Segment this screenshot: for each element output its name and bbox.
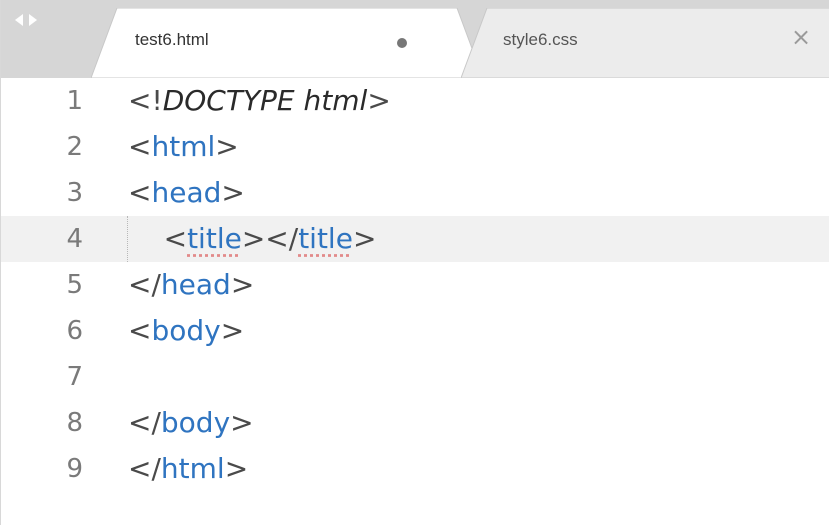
line-number: 6: [1, 316, 83, 346]
arrow-left-icon[interactable]: [15, 14, 23, 26]
code-line: 3 <head>: [1, 170, 829, 216]
line-number: 7: [1, 362, 83, 392]
code-line-current: 4 <title></title>: [1, 216, 829, 262]
code-text: <html>: [128, 131, 239, 163]
code-line: 8 </body>: [1, 400, 829, 446]
code-line: 6 <body>: [1, 308, 829, 354]
line-number: 9: [1, 454, 83, 484]
code-line: 1 <!DOCTYPE html>: [1, 78, 829, 124]
code-line: 7: [1, 354, 829, 400]
arrow-right-icon[interactable]: [29, 14, 37, 26]
tab-style6-css[interactable]: style6.css ×: [461, 8, 829, 78]
line-number: 1: [1, 86, 83, 116]
code-line: 9 </html>: [1, 446, 829, 492]
line-number: 4: [1, 224, 83, 254]
editor-window: test6.html style6.css × 1 <!DOCTYPE html…: [0, 0, 829, 525]
line-number: 5: [1, 270, 83, 300]
code-line: 5 </head>: [1, 262, 829, 308]
line-number: 3: [1, 178, 83, 208]
code-text: </head>: [128, 269, 254, 301]
code-text: <title></title>: [128, 223, 376, 255]
unsaved-dot-icon[interactable]: [397, 38, 407, 48]
tab-test6-html[interactable]: test6.html: [91, 8, 483, 78]
code-text: <head>: [128, 177, 245, 209]
tab-label: test6.html: [135, 30, 209, 50]
code-text: </html>: [128, 453, 248, 485]
tab-label: style6.css: [503, 30, 578, 50]
code-line: 2 <html>: [1, 124, 829, 170]
line-number: 2: [1, 132, 83, 162]
tab-bar: test6.html style6.css ×: [1, 0, 829, 78]
close-icon[interactable]: ×: [791, 25, 811, 49]
code-editor[interactable]: 1 <!DOCTYPE html> 2 <html> 3 <head> 4 <t…: [1, 78, 829, 525]
code-text: </body>: [128, 407, 254, 439]
code-text: <body>: [128, 315, 244, 347]
line-number: 8: [1, 408, 83, 438]
code-text: <!DOCTYPE html>: [128, 85, 391, 117]
tab-nav-arrows: [15, 12, 37, 28]
